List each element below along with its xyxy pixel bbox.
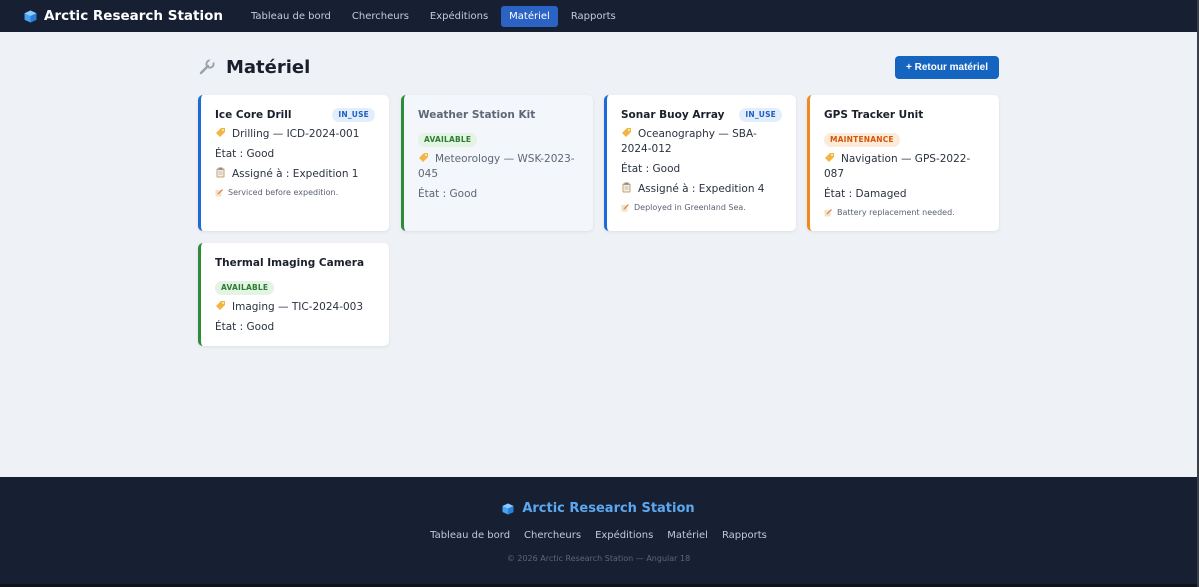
- tag-icon: [216, 128, 225, 137]
- tag-icon: [216, 301, 225, 310]
- clipboard-icon: [216, 167, 225, 178]
- status-badge: IN_USE: [739, 108, 782, 122]
- footer-link-dashboard[interactable]: Tableau de bord: [430, 530, 510, 541]
- wrench-icon: [199, 58, 215, 75]
- state-line: État : Good: [621, 163, 681, 175]
- nav-reports[interactable]: Rapports: [563, 6, 624, 27]
- footer-brand-name: Arctic Research Station: [522, 501, 695, 516]
- footer-link-researchers[interactable]: Chercheurs: [524, 530, 581, 541]
- equipment-name: Sonar Buoy Array: [621, 109, 725, 121]
- page-header: Matériel + Retour matériel: [198, 55, 999, 79]
- footer: Arctic Research Station Tableau de bord …: [0, 477, 1197, 584]
- return-equipment-button[interactable]: + Retour matériel: [895, 55, 999, 79]
- top-navbar: Arctic Research Station Tableau de bord …: [0, 0, 1197, 32]
- assigned-line: Assigné à : Expedition 4: [621, 182, 782, 197]
- cube-icon: [24, 10, 37, 22]
- brand[interactable]: Arctic Research Station: [24, 8, 223, 24]
- assigned-line: Assigné à : Expedition 1: [215, 167, 375, 182]
- state-line: État : Good: [215, 148, 275, 160]
- brand-name: Arctic Research Station: [44, 8, 223, 24]
- tag-icon: [622, 128, 631, 137]
- cube-icon: [502, 503, 514, 514]
- footer-copyright: © 2026 Arctic Research Station — Angular…: [506, 554, 691, 563]
- category-line: Imaging — TIC-2024-003: [215, 300, 375, 315]
- app-window: Arctic Research Station Tableau de bord …: [0, 0, 1197, 584]
- equipment-name: GPS Tracker Unit: [824, 109, 924, 121]
- nav-researchers[interactable]: Chercheurs: [344, 6, 417, 27]
- state-line: État : Good: [418, 188, 478, 200]
- footer-link-expeditions[interactable]: Expéditions: [595, 530, 653, 541]
- clipboard-icon: [622, 182, 631, 193]
- status-badge: AVAILABLE: [215, 281, 275, 295]
- status-badge: AVAILABLE: [418, 133, 478, 147]
- category-line: Drilling — ICD-2024-001: [215, 127, 375, 142]
- equipment-card[interactable]: Weather Station Kit AVAILABLE Meteorolog…: [401, 95, 593, 231]
- equipment-name: Thermal Imaging Camera: [215, 257, 365, 269]
- equipment-card[interactable]: GPS Tracker Unit MAINTENANCE Navigation …: [807, 95, 999, 231]
- state-line: État : Damaged: [824, 188, 907, 200]
- state-line: État : Good: [215, 321, 275, 333]
- equipment-card[interactable]: Ice Core Drill IN_USE Drilling — ICD-202…: [198, 95, 389, 231]
- nav-dashboard[interactable]: Tableau de bord: [243, 6, 339, 27]
- tag-icon: [419, 153, 428, 162]
- page-title-wrap: Matériel: [198, 57, 310, 78]
- equipment-name: Weather Station Kit: [418, 109, 536, 121]
- category-line: Oceanography — SBA-2024-012: [621, 128, 757, 155]
- category-line: Meteorology — WSK-2023-045: [418, 153, 575, 180]
- status-badge: MAINTENANCE: [824, 133, 900, 147]
- equipment-card[interactable]: Thermal Imaging Camera AVAILABLE Imaging…: [198, 243, 389, 346]
- nav-equipment[interactable]: Matériel: [501, 5, 558, 27]
- note: Serviced before expedition.: [215, 188, 375, 197]
- memo-icon: [215, 188, 223, 196]
- footer-links: Tableau de bord Chercheurs Expéditions M…: [0, 530, 1197, 541]
- footer-link-reports[interactable]: Rapports: [722, 530, 767, 541]
- page-title: Matériel: [226, 56, 311, 78]
- memo-icon: [621, 203, 629, 211]
- equipment-card[interactable]: Sonar Buoy Array IN_USE Oceanography — S…: [604, 95, 796, 231]
- status-badge: IN_USE: [332, 108, 375, 122]
- note: Battery replacement needed.: [824, 208, 985, 217]
- memo-icon: [824, 208, 832, 216]
- category-line: Navigation — GPS-2022-087: [824, 153, 971, 180]
- footer-link-equipment[interactable]: Matériel: [667, 530, 708, 541]
- equipment-name: Ice Core Drill: [215, 109, 292, 121]
- note: Deployed in Greenland Sea.: [621, 203, 782, 212]
- footer-brand: Arctic Research Station: [0, 501, 1197, 516]
- tag-icon: [825, 153, 834, 162]
- nav-expeditions[interactable]: Expéditions: [422, 6, 496, 27]
